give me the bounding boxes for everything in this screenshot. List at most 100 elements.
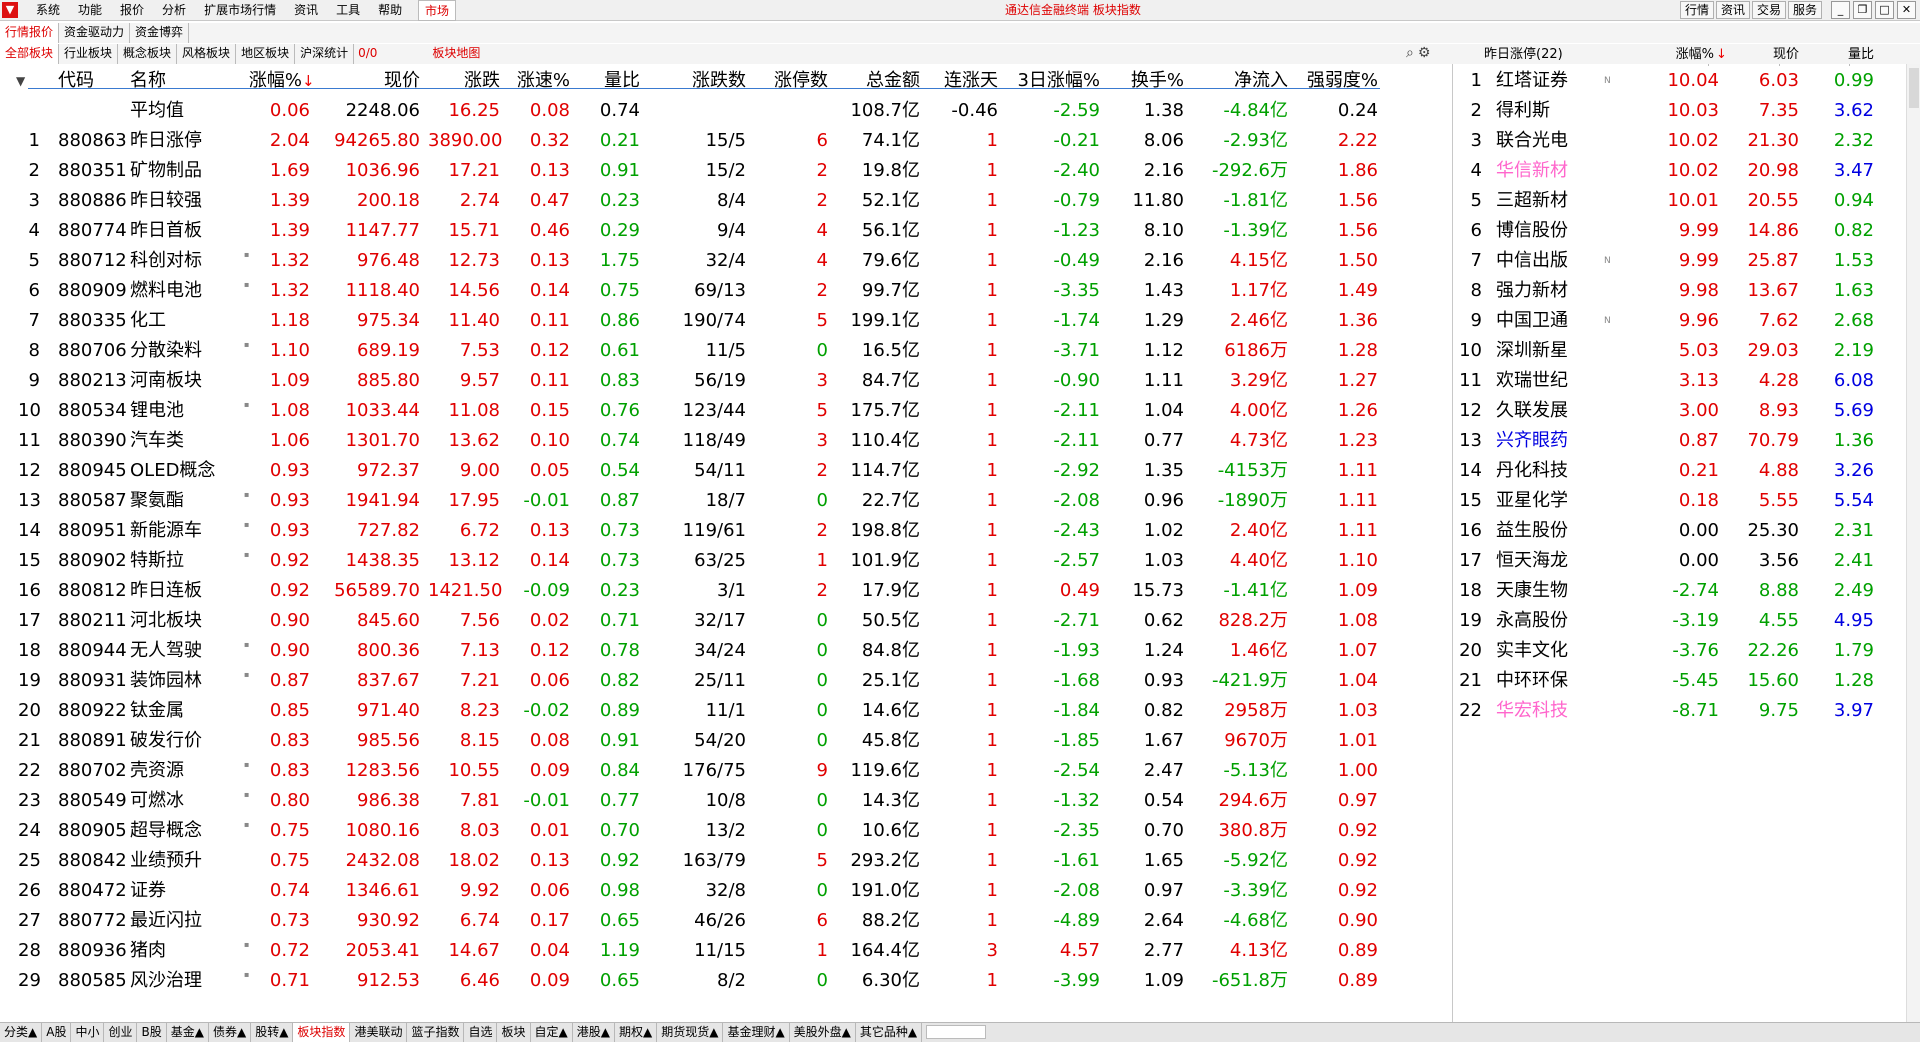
side-row[interactable]: 15 亚星化学 0.18 5.55 5.54 [1454,486,1908,516]
table-row[interactable]: 27 880772 最近闪拉 0.73 930.92 6.74 0.17 0.65 46/26 6… [0,906,1450,936]
table-row[interactable]: 23 880549 可燃冰 0.80 986.38 7.81 -0.01 0.77 10/8 0 1… [0,786,1450,816]
side-row[interactable]: 1 红塔证券 N 10.04 6.03 0.99 [1454,66,1908,96]
side-scrollbar[interactable] [1906,64,1920,1024]
table-row[interactable]: 20 880922 钛金属 0.85 971.40 8.23 -0.02 0.89 11/1 0 1… [0,696,1450,726]
bottom-tab[interactable]: 中小 [71,1023,105,1042]
tab-1[interactable]: 行情报价 [0,23,60,43]
table-row[interactable]: 19 880931 装饰园林 0.87 837.67 7.21 0.06 0.82 25/11 0… [0,666,1450,696]
bottom-tab[interactable]: B股 [137,1023,167,1042]
side-col-price[interactable]: 现价 [1734,44,1799,66]
col-header-strength[interactable]: 强弱度% [1296,66,1378,96]
table-row[interactable]: 2 880351 矿物制品 1.69 1036.96 17.21 0.13 0.91 15/2 2… [0,156,1450,186]
restore-icon[interactable]: ❐ [1853,1,1872,19]
bottom-tab[interactable]: 基金理财▲ [723,1023,790,1042]
col-header-amount[interactable]: 总金额 [836,66,920,96]
table-row[interactable]: 4 880774 昨日首板 1.39 1147.77 15.71 0.46 0.29 9/4 4 5… [0,216,1450,246]
col-header-speed[interactable]: 涨速% [508,66,570,96]
col-header-days[interactable]: 连涨天 [928,66,998,96]
table-row[interactable]: 18 880944 无人驾驶 0.90 800.36 7.13 0.12 0.78 34/24 0… [0,636,1450,666]
menu-item[interactable]: 系统 [27,3,69,18]
sector-tab[interactable]: 行业板块 [59,44,119,64]
table-row[interactable]: 21 880891 破发行价 0.83 985.56 8.15 0.08 0.91 54/20 0… [0,726,1450,756]
table-row[interactable]: 29 880585 风沙治理 0.71 912.53 6.46 0.09 0.65 8/2 0 6.… [0,966,1450,996]
bottom-tab[interactable]: 期权▲ [615,1023,658,1042]
bottom-tab[interactable]: 美股外盘▲ [790,1023,856,1042]
table-row[interactable]: 25 880842 业绩预升 0.75 2432.08 18.02 0.13 0.92 163/… [0,846,1450,876]
side-row[interactable]: 16 益生股份 0.00 25.30 2.31 [1454,516,1908,546]
sector-map-link[interactable]: 板块地图 [432,44,480,64]
col-header-limit_up[interactable]: 涨停数 [760,66,828,96]
side-col-pct[interactable]: 涨幅% [1624,44,1714,66]
table-row[interactable]: 24 880905 超导概念 0.75 1080.16 8.03 0.01 0.70 13/2 0… [0,816,1450,846]
bottom-tab[interactable]: 期货现货▲ [657,1023,724,1042]
table-row[interactable]: 1 880863 昨日涨停 2.04 94265.80 3890.00 0.32 0.21 15… [0,126,1450,156]
bottom-tab[interactable]: 港股▲ [573,1023,615,1042]
bottom-tab[interactable]: 篮子指数 [407,1023,465,1042]
bottom-tab[interactable]: 基金▲ [167,1023,209,1042]
col-header-code[interactable]: 代码 [58,66,114,96]
menu-item[interactable]: 功能 [69,3,111,18]
side-row[interactable]: 22 华宏科技 -8.71 9.75 3.97 [1454,696,1908,726]
side-row[interactable]: 8 强力新材 9.98 13.67 1.63 [1454,276,1908,306]
side-col-vol[interactable]: 量比 [1814,44,1874,66]
sort-indicator-icon[interactable]: ▼ [16,66,30,96]
bottom-tab[interactable]: 板块 [497,1023,531,1042]
top-button[interactable]: 资讯 [1715,1,1750,19]
bottom-tab[interactable]: 板块指数 [293,1023,351,1042]
table-row[interactable]: 12 880945 OLED概念 0.93 972.37 9.00 0.05 0.54 54/1… [0,456,1450,486]
table-row[interactable]: 15 880902 特斯拉 0.92 1438.35 13.12 0.14 0.73 63/25… [0,546,1450,576]
side-row[interactable]: 19 永高股份 -3.19 4.55 4.95 [1454,606,1908,636]
col-header-inflow[interactable]: 净流入 [1192,66,1288,96]
table-row[interactable]: 14 880951 新能源车 0.93 727.82 6.72 0.13 0.73 119/61… [0,516,1450,546]
side-row[interactable]: 21 中环环保 -5.45 15.60 1.28 [1454,666,1908,696]
side-row[interactable]: 7 中信出版 N 9.99 25.87 1.53 [1454,246,1908,276]
side-row[interactable]: 14 丹化科技 0.21 4.88 3.26 [1454,456,1908,486]
table-row[interactable]: 26 880472 证券 0.74 1346.61 9.92 0.06 0.98 32/8 0 19… [0,876,1450,906]
side-row[interactable]: 10 深圳新星 5.03 29.03 2.19 [1454,336,1908,366]
bottom-tab[interactable]: 自选 [464,1023,498,1042]
table-row[interactable]: 7 880335 化工 1.18 975.34 11.40 0.11 0.86 190/74 5 1… [0,306,1450,336]
side-row[interactable]: 12 久联发展 3.00 8.93 5.69 [1454,396,1908,426]
table-row[interactable]: 5 880712 科创对标 1.32 976.48 12.73 0.13 1.75 32/4 4 7… [0,246,1450,276]
table-row[interactable]: 10 880534 锂电池 1.08 1033.44 11.08 0.15 0.76 123/4… [0,396,1450,426]
side-title[interactable]: 昨日涨停(22) [1484,44,1634,66]
menu-item[interactable]: 资讯 [285,3,327,18]
table-row[interactable]: 11 880390 汽车类 1.06 1301.70 13.62 0.10 0.74 118/4… [0,426,1450,456]
side-row[interactable]: 11 欢瑞世纪 3.13 4.28 6.08 [1454,366,1908,396]
bottom-tab[interactable]: 分类▲ [0,1023,43,1042]
side-row[interactable]: 9 中国卫通 N 9.96 7.62 2.68 [1454,306,1908,336]
menu-item[interactable]: 分析 [153,3,195,18]
side-row[interactable]: 18 天康生物 -2.74 8.88 2.49 [1454,576,1908,606]
search-icon[interactable]: ⌕ [1406,45,1414,61]
table-row[interactable]: 3 880886 昨日较强 1.39 200.18 2.74 0.47 0.23 8/4 2 52.… [0,186,1450,216]
sector-tab[interactable]: 地区板块 [236,44,296,64]
col-header-pct[interactable]: 涨幅% [238,66,302,96]
side-row[interactable]: 6 博信股份 9.99 14.86 0.82 [1454,216,1908,246]
top-button[interactable]: 服务 [1787,1,1822,19]
table-row[interactable]: 22 880702 壳资源 0.83 1283.56 10.55 0.09 0.84 176/7… [0,756,1450,786]
table-row[interactable]: 28 880936 猪肉 0.72 2053.41 14.67 0.04 1.19 11/15 1… [0,936,1450,966]
side-row[interactable]: 13 兴齐眼药 0.87 70.79 1.36 [1454,426,1908,456]
side-row[interactable]: 3 联合光电 10.02 21.30 2.32 [1454,126,1908,156]
sector-tab[interactable]: 沪深统计 [295,44,355,64]
bottom-tab[interactable]: 港美联动 [350,1023,408,1042]
col-header-vol_ratio[interactable]: 量比 [578,66,640,96]
sector-tab[interactable]: 全部板块 [0,44,60,64]
table-row[interactable]: 9 880213 河南板块 1.09 885.80 9.57 0.11 0.83 56/19 3 8… [0,366,1450,396]
menu-item[interactable]: 工具 [327,3,369,18]
top-button[interactable]: 行情 [1679,1,1714,19]
panel-divider[interactable] [1452,64,1453,1024]
table-row[interactable]: 6 880909 燃料电池 1.32 1118.40 14.56 0.14 0.75 69/13… [0,276,1450,306]
bottom-tab[interactable]: 其它品种▲ [856,1023,923,1042]
bottom-scrollbar[interactable] [926,1025,987,1039]
side-row[interactable]: 4 华信新材 10.02 20.98 3.47 [1454,156,1908,186]
menu-item[interactable]: 报价 [111,3,153,18]
scrollbar-thumb[interactable] [1909,68,1919,108]
bottom-tab[interactable]: 股转▲ [251,1023,294,1042]
maximize-icon[interactable]: □ [1875,1,1894,19]
table-row[interactable]: 16 880812 昨日连板 0.92 56589.70 1421.50 -0.09 0.23… [0,576,1450,606]
col-header-name[interactable]: 名称 [130,66,230,96]
top-button[interactable]: 交易 [1751,1,1786,19]
table-row[interactable]: 13 880587 聚氨酯 0.93 1941.94 17.95 -0.01 0.87 18/7… [0,486,1450,516]
market-button[interactable]: 市场 [418,0,457,21]
